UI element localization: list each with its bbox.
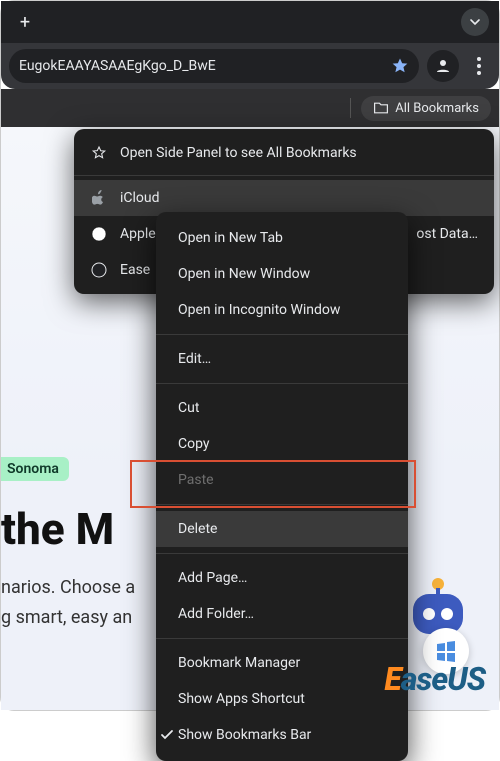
- ctx-open-new-window[interactable]: Open in New Window: [156, 256, 408, 292]
- folder-icon: [373, 101, 389, 115]
- ctx-bookmark-manager[interactable]: Bookmark Manager: [156, 645, 408, 681]
- star-outline-icon: [90, 145, 108, 161]
- bookmark-folder-icloud[interactable]: iCloud: [74, 180, 494, 216]
- ctx-open-new-tab[interactable]: Open in New Tab: [156, 220, 408, 256]
- apple-icon: [90, 190, 108, 206]
- all-bookmarks-label: All Bookmarks: [395, 101, 479, 116]
- chevron-down-icon: [469, 16, 481, 28]
- ctx-cut[interactable]: Cut: [156, 390, 408, 426]
- separator: [156, 638, 408, 639]
- bookmark-item-label: Apple: [120, 226, 156, 242]
- bookmark-item-trail: ost Data…: [416, 226, 478, 242]
- address-bar[interactable]: EugokEAAYASAAEgKgo_D_BwE: [9, 49, 419, 83]
- favicon-icon: [90, 262, 108, 278]
- bookmark-item-label: iCloud: [120, 190, 160, 206]
- browser-menu-button[interactable]: [467, 57, 491, 75]
- globe-icon: [90, 226, 108, 242]
- ctx-copy[interactable]: Copy: [156, 426, 408, 462]
- ctx-show-bookmarks-bar[interactable]: Show Bookmarks Bar: [156, 717, 408, 753]
- ctx-add-page[interactable]: Add Page…: [156, 560, 408, 596]
- ctx-delete[interactable]: Delete: [156, 511, 408, 547]
- context-menu: Open in New Tab Open in New Window Open …: [156, 212, 408, 761]
- profile-button[interactable]: [427, 50, 459, 82]
- separator: [156, 504, 408, 505]
- window-dropdown-button[interactable]: [461, 8, 489, 36]
- ctx-open-incognito[interactable]: Open in Incognito Window: [156, 292, 408, 328]
- ctx-show-apps-shortcut[interactable]: Show Apps Shortcut: [156, 681, 408, 717]
- bookmark-star-icon[interactable]: [391, 57, 409, 75]
- open-side-panel-item[interactable]: Open Side Panel to see All Bookmarks: [74, 135, 494, 171]
- person-icon: [434, 57, 452, 75]
- open-side-panel-label: Open Side Panel to see All Bookmarks: [120, 145, 357, 161]
- bookmark-item-label: Ease: [120, 262, 150, 278]
- separator: [156, 553, 408, 554]
- separator: [350, 98, 351, 118]
- page-subtext-1: narios. Choose a: [1, 577, 171, 598]
- ctx-paste: Paste: [156, 462, 408, 498]
- url-text: EugokEAAYASAAEgKgo_D_BwE: [19, 58, 216, 74]
- check-icon: [160, 728, 178, 742]
- sonoma-badge: Sonoma: [1, 457, 69, 481]
- separator: [156, 383, 408, 384]
- new-tab-button[interactable]: +: [11, 8, 39, 36]
- separator: [74, 175, 494, 176]
- easeus-watermark: EaseUS: [384, 660, 485, 698]
- page-headline: the M: [1, 503, 114, 555]
- ctx-edit[interactable]: Edit…: [156, 341, 408, 377]
- separator: [156, 334, 408, 335]
- ctx-add-folder[interactable]: Add Folder…: [156, 596, 408, 632]
- all-bookmarks-button[interactable]: All Bookmarks: [361, 96, 491, 121]
